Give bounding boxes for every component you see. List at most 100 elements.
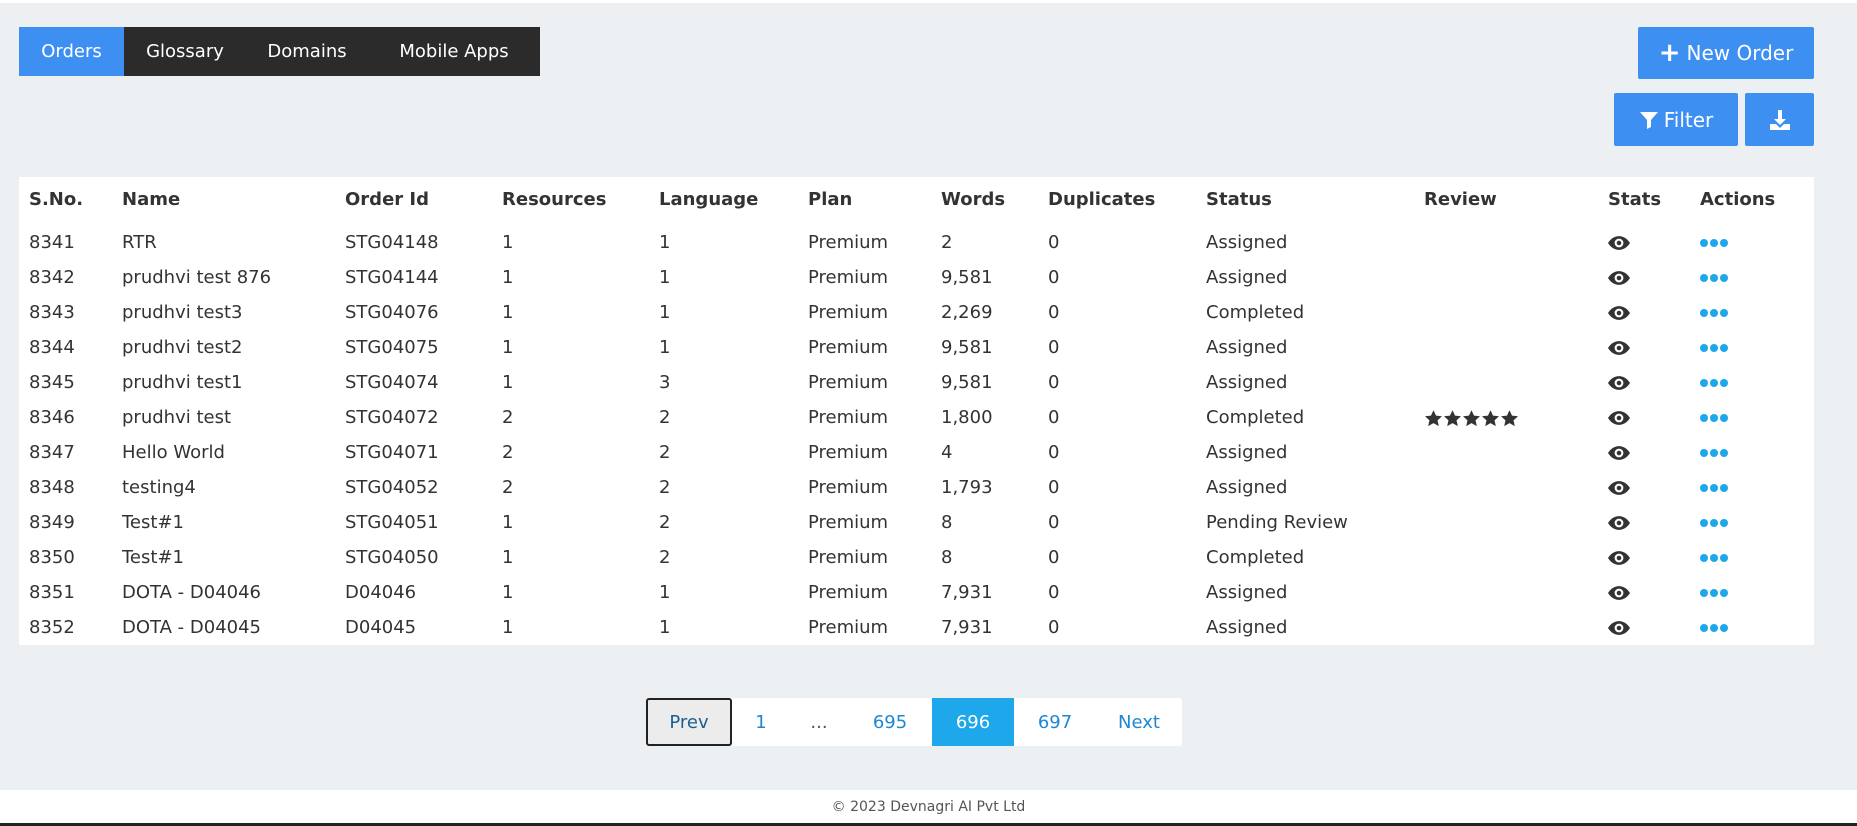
cell-review <box>1414 365 1598 400</box>
cell-duplicates: 0 <box>1048 477 1060 498</box>
cell-name: prudhvi test3 <box>122 302 243 323</box>
eye-icon[interactable] <box>1608 372 1630 393</box>
page-ellipsis: ... <box>810 711 828 733</box>
filter-button[interactable]: Filter <box>1614 93 1738 146</box>
prev-page-button[interactable]: Prev <box>646 698 732 746</box>
cell-status: Assigned <box>1206 617 1288 638</box>
cell-duplicates: 0 <box>1048 617 1060 638</box>
cell-name: DOTA - D04046 <box>122 582 261 603</box>
more-actions-icon[interactable] <box>1700 519 1728 527</box>
cell-language: 3 <box>659 372 671 393</box>
cell-words: 7,931 <box>941 617 993 638</box>
cell-review <box>1414 435 1598 470</box>
eye-icon[interactable] <box>1608 442 1630 463</box>
eye-icon[interactable] <box>1608 267 1630 288</box>
table-row: 8350 Test#1 STG04050 1 2 Premium 8 0 Completed <box>19 540 1814 575</box>
header-order-id: Order Id <box>345 189 429 210</box>
more-actions-icon[interactable] <box>1700 344 1728 352</box>
page-696-current[interactable]: 696 <box>932 698 1014 746</box>
eye-icon[interactable] <box>1608 512 1630 533</box>
next-page-button[interactable]: Next <box>1096 698 1182 746</box>
cell-name: prudhvi test 876 <box>122 267 272 288</box>
tab-glossary[interactable]: Glossary <box>124 27 246 76</box>
more-actions-icon[interactable] <box>1700 309 1728 317</box>
cell-words: 7,931 <box>941 582 993 603</box>
download-button[interactable] <box>1745 93 1814 146</box>
main-nav: Orders Glossary Domains Mobile Apps <box>19 27 540 76</box>
header-status: Status <box>1206 189 1272 210</box>
cell-actions <box>1690 365 1814 400</box>
cell-status: Assigned <box>1206 477 1288 498</box>
eye-icon[interactable] <box>1608 582 1630 603</box>
table-row: 8351 DOTA - D04046 D04046 1 1 Premium 7,931 0 As… <box>19 575 1814 610</box>
cell-stats <box>1598 225 1690 260</box>
filter-label: Filter <box>1663 107 1714 132</box>
table-header-row: S.No. Name Order Id Resources Language P… <box>19 177 1814 225</box>
tab-orders[interactable]: Orders <box>19 27 124 76</box>
cell-plan: Premium <box>808 372 889 393</box>
more-actions-icon[interactable] <box>1700 554 1728 562</box>
cell-plan: Premium <box>808 617 889 638</box>
table-row: 8352 DOTA - D04045 D04045 1 1 Premium 7,931 0 As… <box>19 610 1814 645</box>
eye-icon[interactable] <box>1608 232 1630 253</box>
cell-actions <box>1690 435 1814 470</box>
orders-table: S.No. Name Order Id Resources Language P… <box>19 177 1814 645</box>
star-icon <box>1462 407 1481 428</box>
page-695-link[interactable]: 695 <box>848 698 932 746</box>
cell-words: 8 <box>941 512 953 533</box>
cell-plan: Premium <box>808 302 889 323</box>
cell-order-id: D04046 <box>345 582 417 603</box>
more-actions-icon[interactable] <box>1700 274 1728 282</box>
copyright-text: © 2023 Devnagri AI Pvt Ltd <box>831 798 1026 815</box>
more-actions-icon[interactable] <box>1700 379 1728 387</box>
star-icon <box>1500 407 1519 428</box>
cell-duplicates: 0 <box>1048 442 1060 463</box>
new-order-button[interactable]: + New Order <box>1638 27 1814 79</box>
more-actions-icon[interactable] <box>1700 589 1728 597</box>
eye-icon[interactable] <box>1608 547 1630 568</box>
more-actions-icon[interactable] <box>1700 414 1728 422</box>
eye-icon[interactable] <box>1608 407 1630 428</box>
cell-status: Completed <box>1206 407 1305 428</box>
cell-name: prudhvi test2 <box>122 337 243 358</box>
page-697-link[interactable]: 697 <box>1014 698 1096 746</box>
cell-name: RTR <box>122 232 157 253</box>
cell-plan: Premium <box>808 512 889 533</box>
table-row: 8347 Hello World STG04071 2 2 Premium 4 0 Assign… <box>19 435 1814 470</box>
header-name: Name <box>122 189 181 210</box>
cell-order-id: STG04075 <box>345 337 439 358</box>
eye-icon[interactable] <box>1608 302 1630 323</box>
more-actions-icon[interactable] <box>1700 624 1728 632</box>
cell-sno: 8350 <box>29 547 75 568</box>
table-row: 8348 testing4 STG04052 2 2 Premium 1,793 0 Assig… <box>19 470 1814 505</box>
star-icon <box>1443 407 1462 428</box>
more-actions-icon[interactable] <box>1700 449 1728 457</box>
eye-icon[interactable] <box>1608 617 1630 638</box>
cell-words: 1,793 <box>941 477 993 498</box>
cell-name: prudhvi test <box>122 407 232 428</box>
cell-status: Assigned <box>1206 582 1288 603</box>
cell-duplicates: 0 <box>1048 267 1060 288</box>
page-1-link[interactable]: 1 <box>732 698 790 746</box>
tab-mobile-apps[interactable]: Mobile Apps <box>368 27 540 76</box>
cell-resources: 2 <box>502 442 514 463</box>
more-actions-icon[interactable] <box>1700 484 1728 492</box>
cell-order-id: STG04071 <box>345 442 439 463</box>
eye-icon[interactable] <box>1608 337 1630 358</box>
cell-name: Test#1 <box>122 512 184 533</box>
cell-language: 1 <box>659 617 671 638</box>
cell-actions <box>1690 505 1814 540</box>
cell-words: 9,581 <box>941 337 993 358</box>
more-actions-icon[interactable] <box>1700 239 1728 247</box>
cell-name: testing4 <box>122 477 196 498</box>
cell-review <box>1414 610 1598 645</box>
eye-icon[interactable] <box>1608 477 1630 498</box>
new-order-label: New Order <box>1686 41 1794 65</box>
cell-stats <box>1598 295 1690 330</box>
top-divider <box>0 0 1857 3</box>
table-row: 8349 Test#1 STG04051 1 2 Premium 8 0 Pending Rev… <box>19 505 1814 540</box>
cell-sno: 8346 <box>29 407 75 428</box>
tab-domains[interactable]: Domains <box>246 27 368 76</box>
cell-words: 1,800 <box>941 407 993 428</box>
cell-order-id: STG04051 <box>345 512 439 533</box>
